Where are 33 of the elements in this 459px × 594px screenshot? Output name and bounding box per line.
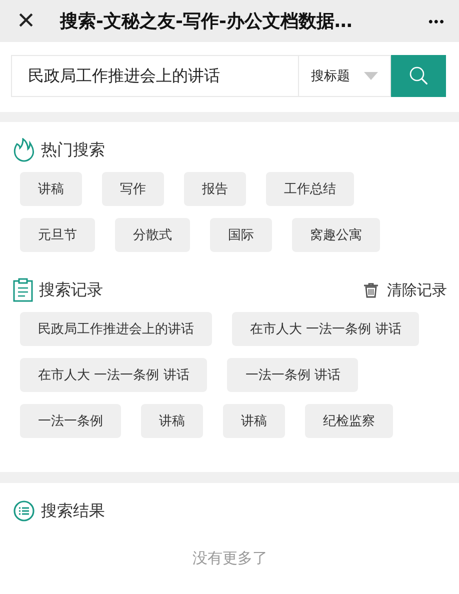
section-title: 搜索记录	[39, 280, 103, 300]
hot-search-tag[interactable]: 分散式	[115, 218, 190, 252]
page-title: 搜索-文秘之友-写作-办公文档数据…	[58, 10, 354, 33]
history-tag[interactable]: 讲稿	[223, 404, 285, 438]
hot-search-tag[interactable]: 写作	[102, 172, 164, 206]
history-tag[interactable]: 讲稿	[141, 404, 203, 438]
flame-icon	[13, 138, 35, 162]
hot-search-tag[interactable]: 窝趣公寓	[292, 218, 380, 252]
search-field[interactable]: 民政局工作推进会上的讲话	[11, 55, 298, 97]
search-button[interactable]	[391, 55, 446, 97]
hot-search-tag[interactable]: 元旦节	[20, 218, 95, 252]
section-title: 热门搜索	[41, 140, 105, 160]
empty-message: 没有更多了	[192, 549, 268, 568]
scope-dropdown[interactable]: 搜标题	[298, 55, 391, 97]
clipboard-icon	[13, 278, 33, 302]
search-icon	[408, 66, 428, 86]
caret-icon	[364, 72, 378, 80]
section-title: 搜索结果	[41, 500, 105, 522]
hot-search-tag[interactable]: 报告	[184, 172, 246, 206]
hot-search-tag[interactable]: 国际	[210, 218, 272, 252]
history-tag[interactable]: 一法一条例 讲话	[227, 358, 358, 392]
history-tag[interactable]: 在市人大 一法一条例 讲话	[20, 358, 208, 392]
history-tag[interactable]: 民政局工作推进会上的讲话	[20, 312, 212, 346]
history-tag[interactable]: 在市人大 一法一条例 讲话	[232, 312, 420, 346]
hot-search-tag[interactable]: 工作总结	[266, 172, 354, 206]
history-tag[interactable]: 纪检监察	[305, 404, 393, 438]
close-button[interactable]: ×	[0, 6, 44, 36]
more-button[interactable]: •••	[428, 14, 459, 28]
clear-history-button[interactable]: 清除记录	[364, 280, 447, 300]
list-icon	[13, 500, 35, 522]
trash-icon	[364, 282, 378, 298]
history-tag[interactable]: 一法一条例	[20, 404, 121, 438]
hot-search-tag[interactable]: 讲稿	[20, 172, 82, 206]
